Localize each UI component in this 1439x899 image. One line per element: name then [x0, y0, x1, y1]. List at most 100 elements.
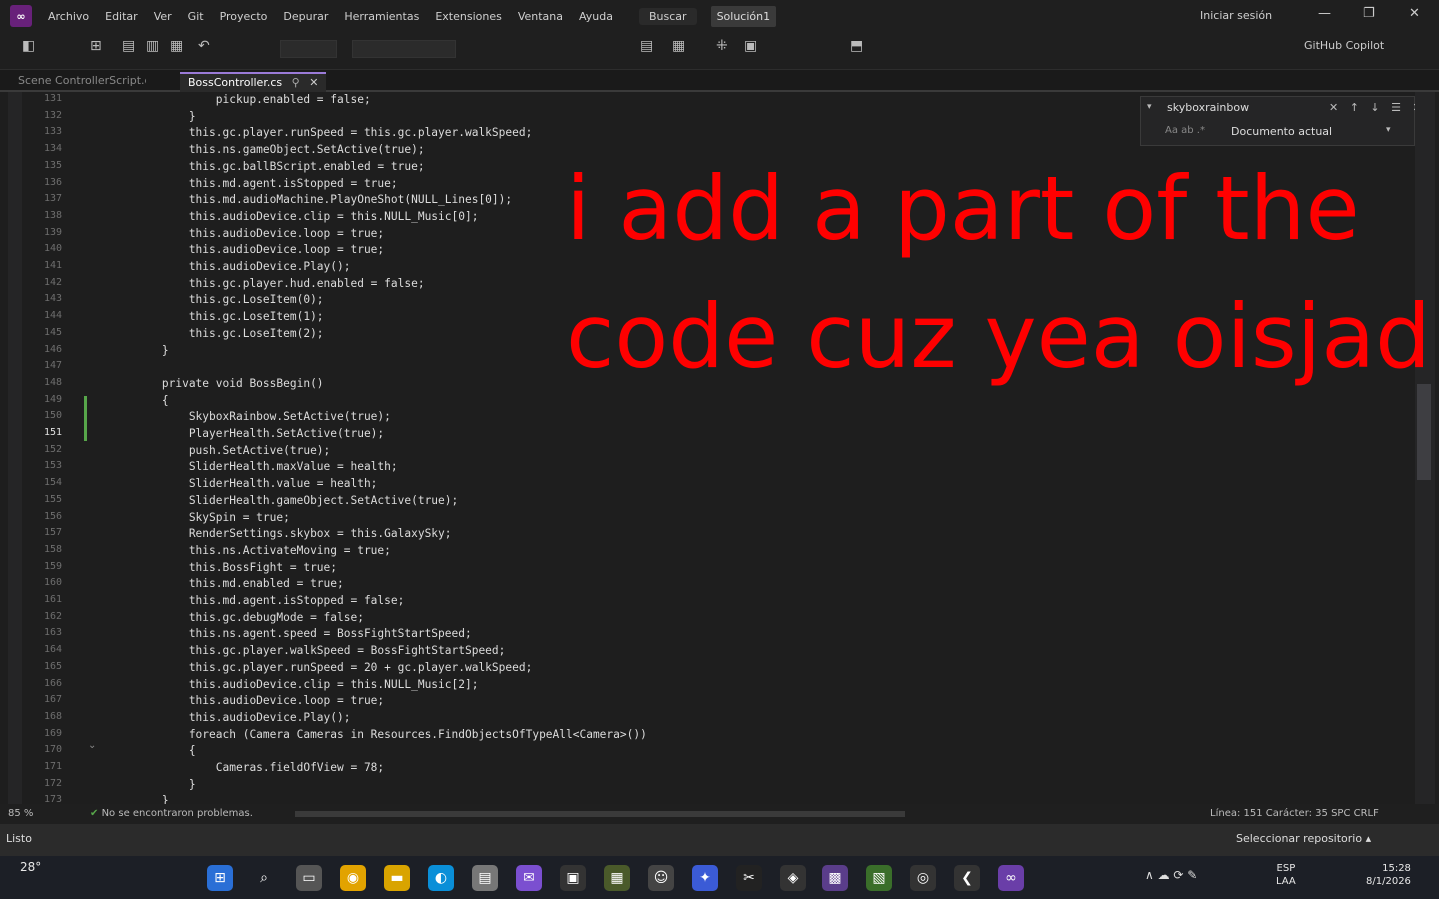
github-copilot-button[interactable]: GitHub Copilot [1304, 39, 1384, 52]
menu-ver[interactable]: Ver [146, 7, 180, 26]
teams-icon[interactable]: ✉ [516, 865, 542, 891]
search-icon[interactable]: ⌕ [251, 865, 277, 891]
tab-scene-controller-script[interactable]: Scene ControllerScript.cs [10, 72, 146, 92]
minecraft-icon[interactable]: ▧ [866, 865, 892, 891]
app-icon[interactable]: ✦ [692, 865, 718, 891]
task-view-icon[interactable]: ▭ [296, 865, 322, 891]
scroll-thumb[interactable] [1417, 384, 1431, 480]
zoom-level[interactable]: 85 % [8, 808, 33, 819]
code-line[interactable]: { [108, 394, 169, 407]
code-line[interactable]: this.gc.player.walkSpeed = BossFightStar… [108, 644, 506, 657]
code-line[interactable]: this.audioDevice.Play(); [108, 711, 351, 724]
edge-icon[interactable]: ◐ [428, 865, 454, 891]
layout-icon[interactable]: ▤ [640, 38, 653, 54]
menu-extensiones[interactable]: Extensiones [427, 7, 510, 26]
code-line[interactable]: foreach (Camera Cameras in Resources.Fin… [108, 728, 647, 741]
bookmark-icon[interactable]: ⬒ [850, 38, 863, 54]
code-line[interactable]: this.BossFight = true; [108, 561, 337, 574]
find-actions[interactable]: ✕ ↑ ↓ ☰ ✕ [1329, 101, 1426, 114]
weather-widget[interactable]: 28° [20, 860, 41, 874]
scope-chevron-icon[interactable]: ▾ [1386, 125, 1391, 135]
search-scope-dropdown[interactable]: Documento actual [1231, 125, 1332, 138]
code-line[interactable]: } [108, 778, 196, 791]
open-folder-icon[interactable]: ▤ [122, 38, 135, 54]
configuration-dropdown[interactable] [280, 40, 337, 58]
code-line[interactable]: SliderHealth.value = health; [108, 477, 378, 490]
search-input[interactable]: Buscar [639, 7, 697, 25]
expand-replace-icon[interactable]: ▾ [1147, 102, 1152, 112]
code-line[interactable]: this.ns.gameObject.SetActive(true); [108, 143, 425, 156]
code-line[interactable]: this.audioDevice.clip = this.NULL_Music[… [108, 678, 479, 691]
visual-studio-taskbar-icon[interactable]: ∞ [998, 865, 1024, 891]
save-icon[interactable]: ▥ [146, 38, 159, 54]
code-line[interactable]: this.md.audioMachine.PlayOneShot(NULL_Li… [108, 193, 512, 206]
issues-indicator[interactable]: ✔ No se encontraron problemas. [90, 808, 253, 819]
tab-boss-controller[interactable]: BossController.cs ⚲ ✕ [180, 72, 327, 92]
fold-chevron-icon[interactable]: ⌄ [88, 740, 96, 751]
close-tab-icon[interactable]: ✕ [309, 76, 318, 89]
back-icon[interactable]: ◧ [22, 38, 35, 54]
build-icon[interactable]: ▣ [744, 38, 757, 54]
close-window-button[interactable]: ✕ [1409, 6, 1420, 21]
language-indicator[interactable]: ESP LAA [1276, 862, 1296, 888]
code-line[interactable]: this.audioDevice.loop = true; [108, 694, 384, 707]
unity-hub-icon[interactable]: ▩ [822, 865, 848, 891]
code-line[interactable]: this.ns.agent.speed = BossFightStartSpee… [108, 627, 472, 640]
code-line[interactable]: this.gc.ballBScript.enabled = true; [108, 160, 425, 173]
code-line[interactable]: Cameras.fieldOfView = 78; [108, 761, 384, 774]
maximize-button[interactable]: ❐ [1363, 6, 1375, 21]
code-line[interactable]: SkyboxRainbow.SetActive(true); [108, 410, 391, 423]
code-line[interactable]: this.ns.ActivateMoving = true; [108, 544, 391, 557]
find-input[interactable]: skyboxrainbow [1167, 101, 1327, 114]
code-line[interactable]: SliderHealth.gameObject.SetActive(true); [108, 494, 458, 507]
code-line[interactable]: this.gc.LoseItem(2); [108, 327, 324, 340]
code-line[interactable]: pickup.enabled = false; [108, 93, 371, 106]
code-line[interactable]: this.md.agent.isStopped = false; [108, 594, 405, 607]
code-line[interactable]: this.gc.LoseItem(0); [108, 293, 324, 306]
store-icon[interactable]: ▤ [472, 865, 498, 891]
menu-git[interactable]: Git [180, 7, 212, 26]
system-tray-icons[interactable]: ∧ ☁ ⟳ ✎ [1145, 868, 1197, 882]
pin-icon[interactable]: ⚲ [292, 76, 300, 89]
code-editor[interactable]: 131 132 133 134 135 136 137 138 139 140 141 142 143 1… [0, 92, 1439, 804]
file-explorer-icon[interactable]: ▬ [384, 865, 410, 891]
code-line[interactable]: this.audioDevice.loop = true; [108, 227, 384, 240]
code-line[interactable]: this.md.agent.isStopped = true; [108, 177, 398, 190]
diagnostics-icon[interactable]: ⁜ [716, 38, 728, 54]
menu-editar[interactable]: Editar [97, 7, 146, 26]
undo-icon[interactable]: ↶ [198, 38, 210, 54]
menu-depurar[interactable]: Depurar [275, 7, 336, 26]
minimize-button[interactable]: — [1318, 6, 1331, 21]
github-desktop-icon[interactable]: ◎ [910, 865, 936, 891]
select-repository-button[interactable]: Seleccionar repositorio ▴ [1236, 832, 1371, 845]
sign-in-link[interactable]: Iniciar sesión [1200, 9, 1272, 22]
capcut-icon[interactable]: ✂ [736, 865, 762, 891]
menu-ayuda[interactable]: Ayuda [571, 7, 621, 26]
code-line[interactable]: this.gc.LoseItem(1); [108, 310, 324, 323]
code-line[interactable]: } [108, 794, 169, 804]
match-options-icons[interactable]: Aa ab .* [1165, 125, 1205, 136]
code-line[interactable]: SliderHealth.maxValue = health; [108, 460, 398, 473]
code-line[interactable]: private void BossBegin() [108, 377, 324, 390]
media-icon[interactable]: ▣ [560, 865, 586, 891]
code-line[interactable]: this.gc.player.runSpeed = this.gc.player… [108, 126, 533, 139]
code-line[interactable]: this.md.enabled = true; [108, 577, 344, 590]
code-line[interactable]: this.gc.debugMode = false; [108, 611, 364, 624]
clock[interactable]: 15:28 8/1/2026 [1366, 862, 1411, 888]
new-project-icon[interactable]: ⊞ [90, 38, 102, 54]
terminal-icon[interactable]: ▦ [604, 865, 630, 891]
code-line[interactable]: this.audioDevice.clip = this.NULL_Music[… [108, 210, 479, 223]
menu-proyecto[interactable]: Proyecto [212, 7, 276, 26]
grid-icon[interactable]: ▦ [672, 38, 685, 54]
code-line[interactable]: this.gc.player.hud.enabled = false; [108, 277, 425, 290]
arrow-app-icon[interactable]: ❮ [954, 865, 980, 891]
horizontal-scrollbar[interactable] [295, 811, 905, 817]
code-line[interactable]: } [108, 110, 196, 123]
cursor-position[interactable]: Línea: 151 Carácter: 35 SPC CRLF [1210, 808, 1379, 819]
start-icon[interactable]: ⊞ [207, 865, 233, 891]
code-line[interactable]: } [108, 344, 169, 357]
save-all-icon[interactable]: ▦ [170, 38, 183, 54]
menu-herramientas[interactable]: Herramientas [336, 7, 427, 26]
code-line[interactable]: this.audioDevice.loop = true; [108, 243, 384, 256]
code-line[interactable]: SkySpin = true; [108, 511, 290, 524]
